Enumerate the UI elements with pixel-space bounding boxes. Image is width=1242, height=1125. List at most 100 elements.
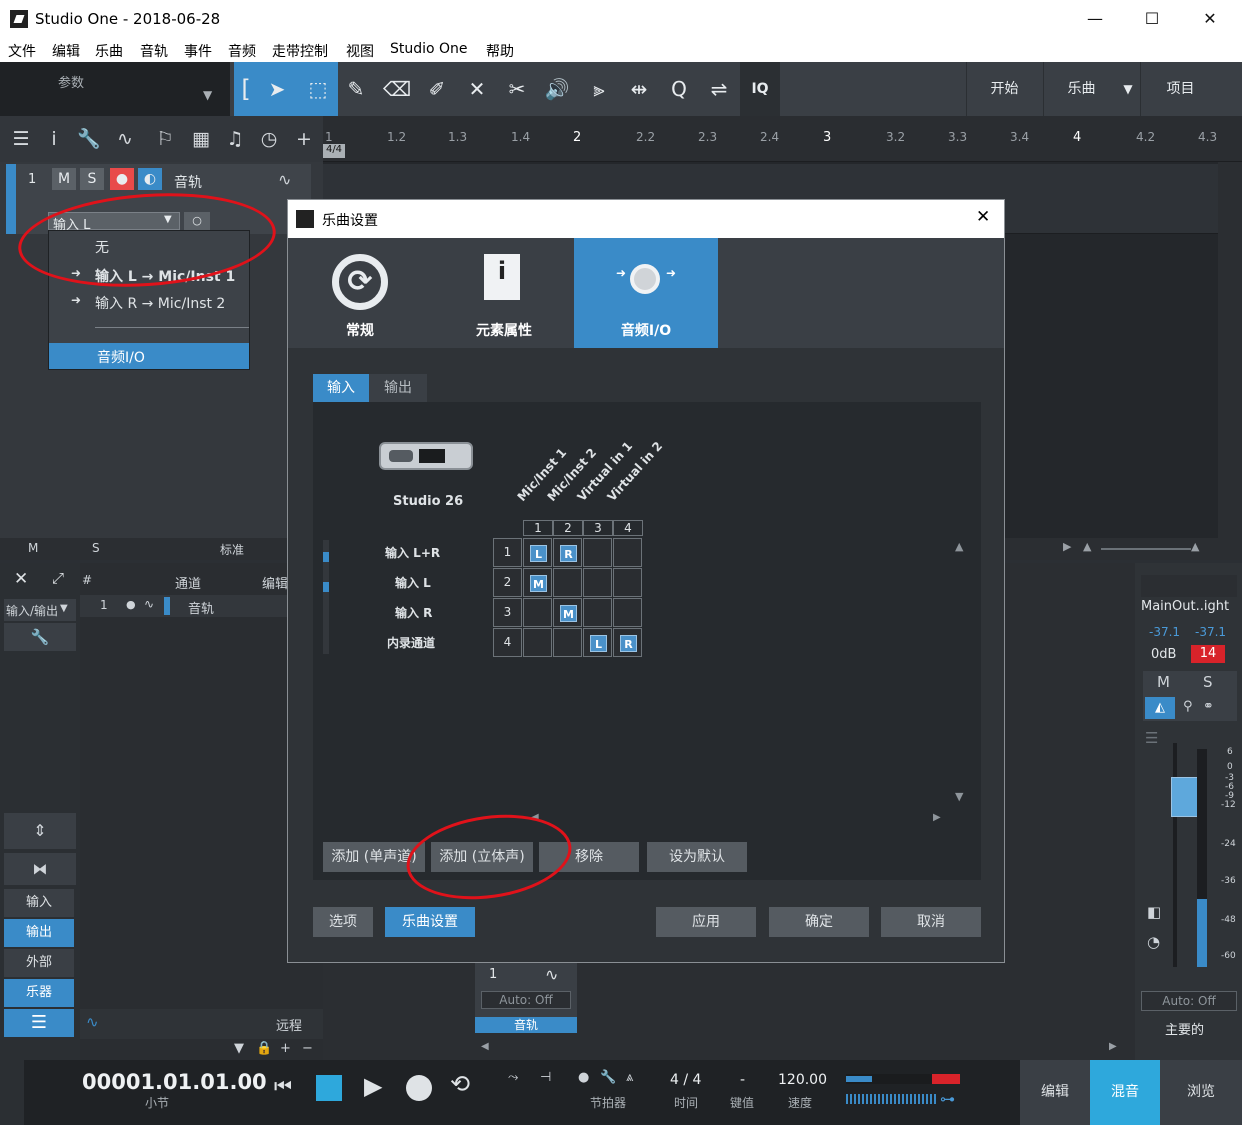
add-icon[interactable]: +	[280, 1041, 291, 1056]
autoscroll-icon[interactable]: ⇌	[702, 62, 736, 116]
channel-strip[interactable]: 1 ∿ Auto: Off 音轨	[475, 963, 577, 1033]
rewind-icon[interactable]: ⏮	[274, 1074, 292, 1098]
matrix-cell[interactable]	[553, 568, 582, 597]
solo-button[interactable]: S	[80, 168, 104, 190]
start-page-button[interactable]: 开始	[966, 62, 1042, 116]
scroll-right-icon[interactable]: ▶	[933, 812, 941, 823]
matrix-cell[interactable]	[523, 628, 552, 657]
snap-grid-icon[interactable]: ⇹	[622, 62, 656, 116]
zoom-out-icon[interactable]: ▲	[1083, 540, 1091, 553]
song-setup-button[interactable]: 乐曲设置	[385, 907, 475, 937]
automation-icon[interactable]: ∿	[112, 124, 138, 154]
matrix-chip[interactable]: L	[530, 545, 547, 562]
menu-audio[interactable]: 音频	[228, 41, 256, 61]
iq-button[interactable]: IQ	[740, 62, 780, 116]
dropdown-item-input-r[interactable]: 输入 R → Mic/Inst 2	[95, 293, 225, 313]
row-name[interactable]: 输入 L	[395, 574, 431, 591]
main-out-name[interactable]: MainOut..ight	[1141, 599, 1239, 617]
split-tool-icon[interactable]: ✂	[500, 62, 534, 116]
set-default-button[interactable]: 设为默认	[647, 842, 747, 872]
chevron-down-icon[interactable]: ▼	[203, 88, 212, 102]
timeline-ruler[interactable]: 4/4 1 1.2 1.3 1.4 2 2.2 2.3 2.4 3 3.2 3.…	[323, 116, 1242, 162]
params-panel[interactable]: 参数 ▼	[0, 62, 230, 116]
matrix-cell[interactable]: R	[613, 628, 642, 657]
paint-tool-icon[interactable]: ✐	[420, 62, 454, 116]
play-icon[interactable]: ▶	[1063, 540, 1071, 553]
snap-icon[interactable]: ⫸	[582, 62, 616, 116]
expand-horizontal-icon[interactable]: ⧓	[4, 853, 76, 885]
matrix-cell[interactable]	[523, 598, 552, 627]
metronome-icon[interactable]: ⩓	[626, 1070, 633, 1085]
scroll-up-icon[interactable]: ▲	[955, 540, 963, 553]
matrix-chip[interactable]: M	[530, 575, 547, 592]
chevron-down-icon[interactable]: ▼	[1118, 62, 1138, 116]
matrix-cell[interactable]: L	[523, 538, 552, 567]
insert-slot[interactable]	[1141, 575, 1237, 597]
wrench-icon[interactable]: 🔧	[76, 124, 102, 154]
browse-view-button[interactable]: 浏览	[1160, 1060, 1242, 1125]
row-name[interactable]: 内录通道	[387, 634, 435, 651]
main-automation[interactable]: Auto: Off	[1141, 991, 1237, 1011]
menu-event[interactable]: 事件	[184, 41, 212, 61]
time-signature-marker[interactable]: 4/4	[323, 144, 345, 158]
list-view-icon[interactable]: ☰	[4, 1009, 74, 1037]
inspector-icon[interactable]: i	[41, 124, 67, 154]
matrix-cell[interactable]	[553, 628, 582, 657]
scroll-right-icon[interactable]: ▶	[1109, 1041, 1117, 1052]
range-tool-icon[interactable]: ⬚	[302, 62, 334, 116]
project-page-button[interactable]: 项目	[1140, 62, 1220, 116]
clock-icon[interactable]: ◷	[256, 124, 282, 154]
nav-instrument[interactable]: 乐器	[4, 979, 74, 1007]
menu-transport[interactable]: 走带控制	[272, 41, 328, 61]
position-display[interactable]: 00001.01.01.00	[82, 1070, 267, 1094]
close-button[interactable]: ✕	[1190, 6, 1230, 32]
marker-icon[interactable]: ⚐	[152, 124, 178, 154]
subtab-input[interactable]: 输入	[313, 374, 369, 402]
menu-view[interactable]: 视图	[346, 41, 374, 61]
dropdown-item-audio-io[interactable]: 音频I/O	[49, 343, 249, 369]
matrix-chip[interactable]: M	[560, 605, 577, 622]
row-scroll-thumb[interactable]	[323, 552, 329, 562]
tab-audio-io[interactable]: ➜ ➜ 音频I/O	[574, 238, 718, 348]
tempo-value[interactable]: 120.00	[778, 1072, 827, 1088]
arrow-tool-icon[interactable]: ➤	[262, 62, 292, 116]
apply-button[interactable]: 应用	[656, 907, 756, 937]
nav-external[interactable]: 外部	[4, 949, 74, 977]
main-mute-button[interactable]: M	[1157, 673, 1170, 691]
record-arm-button[interactable]: ●	[110, 168, 134, 190]
menu-studio-one[interactable]: Studio One	[390, 41, 468, 57]
zoom-slider[interactable]	[1101, 548, 1191, 550]
lock-icon[interactable]: 🔒	[256, 1041, 272, 1056]
close-icon[interactable]: ✕	[14, 569, 28, 589]
expand-vertical-icon[interactable]: ⇕	[4, 813, 76, 849]
pencil-tool-icon[interactable]: ✎	[340, 62, 372, 116]
stereo-icon[interactable]: ◧	[1147, 903, 1161, 921]
matrix-chip[interactable]: R	[560, 545, 577, 562]
quantize-icon[interactable]: Q	[662, 62, 696, 116]
matrix-cell[interactable]	[583, 598, 612, 627]
pan-value[interactable]: 14	[1191, 645, 1225, 663]
io-selector[interactable]: 输入/输出 ▼	[4, 599, 76, 621]
monitor-button[interactable]: ◐	[138, 168, 162, 190]
matrix-cell[interactable]: R	[553, 538, 582, 567]
bracket-icon[interactable]: [	[236, 62, 256, 116]
tab-metadata[interactable]: i 元素属性	[432, 238, 576, 348]
matrix-cell[interactable]: L	[583, 628, 612, 657]
main-solo-button[interactable]: S	[1203, 673, 1213, 691]
footer-standard[interactable]: 标准	[220, 541, 244, 558]
eraser-tool-icon[interactable]: ⌫	[380, 62, 414, 116]
footer-solo[interactable]: S	[92, 541, 100, 555]
track-name[interactable]: 音轨	[174, 172, 202, 192]
link-icon[interactable]: ⚭	[1203, 699, 1214, 714]
metronome-dot-icon[interactable]: ●	[578, 1070, 589, 1085]
record-button[interactable]	[406, 1075, 432, 1101]
menu-file[interactable]: 文件	[8, 41, 36, 61]
track-list-icon[interactable]: ☰	[8, 124, 34, 154]
ok-button[interactable]: 确定	[769, 907, 869, 937]
cancel-button[interactable]: 取消	[881, 907, 981, 937]
song-page-button[interactable]: 乐曲	[1043, 62, 1119, 116]
tab-general[interactable]: ⟳ 常规	[288, 238, 432, 348]
gain-value[interactable]: 0dB	[1151, 647, 1176, 662]
footer-mute[interactable]: M	[28, 541, 38, 555]
mix-view-button[interactable]: 混音	[1090, 1060, 1160, 1125]
